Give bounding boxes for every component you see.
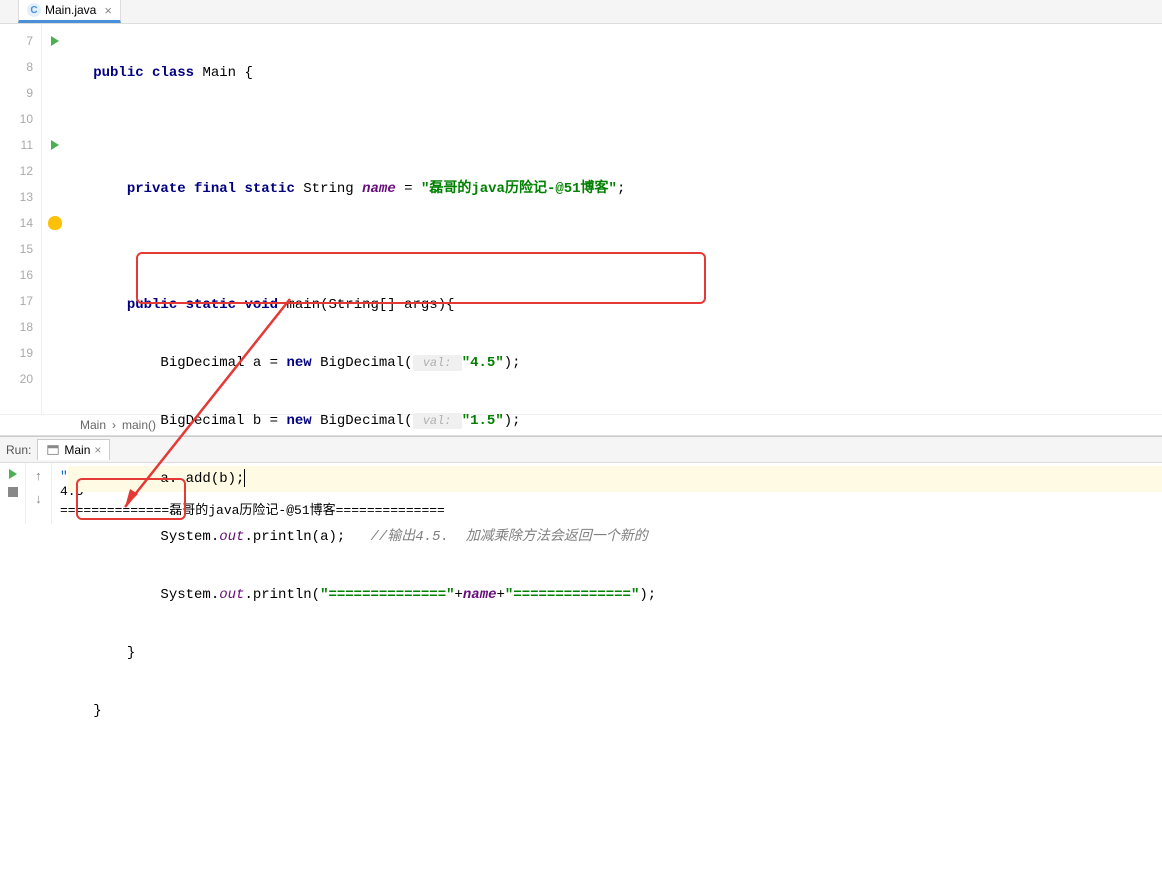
up-icon[interactable]: ↑ bbox=[35, 469, 43, 484]
tab-filename: Main.java bbox=[45, 3, 96, 17]
run-toolbar-left bbox=[0, 463, 26, 524]
stop-icon[interactable] bbox=[8, 487, 18, 497]
line-number: 7 bbox=[0, 28, 41, 54]
editor-tab-main-java[interactable]: C Main.java × bbox=[18, 0, 121, 23]
line-number: 14 bbox=[0, 210, 41, 236]
line-number: 17 bbox=[0, 288, 41, 314]
run-method-icon[interactable] bbox=[51, 140, 59, 150]
intention-bulb-icon[interactable] bbox=[48, 216, 62, 230]
java-class-icon: C bbox=[27, 3, 41, 17]
code-area[interactable]: public class Main { private final static… bbox=[68, 24, 1162, 414]
line-number: 15 bbox=[0, 236, 41, 262]
line-number: 18 bbox=[0, 314, 41, 340]
code-editor[interactable]: 7 8 9 10 11 12 13 14 15 16 17 18 19 20 p… bbox=[0, 24, 1162, 414]
rerun-icon[interactable] bbox=[9, 469, 17, 479]
run-toolbar-nav: ↑ ↓ bbox=[26, 463, 52, 524]
line-number: 11 bbox=[0, 132, 41, 158]
line-number-gutter: 7 8 9 10 11 12 13 14 15 16 17 18 19 20 bbox=[0, 24, 42, 414]
editor-tab-bar: C Main.java × bbox=[0, 0, 1162, 24]
down-icon[interactable]: ↓ bbox=[35, 492, 43, 507]
line-number: 9 bbox=[0, 80, 41, 106]
line-number: 10 bbox=[0, 106, 41, 132]
line-number: 16 bbox=[0, 262, 41, 288]
application-icon bbox=[46, 443, 60, 457]
line-number: 20 bbox=[0, 366, 41, 392]
gutter-icon-strip bbox=[42, 24, 68, 414]
current-line: a. add(b); bbox=[68, 466, 1162, 492]
text-cursor bbox=[244, 469, 245, 487]
line-number: 19 bbox=[0, 340, 41, 366]
line-number: 12 bbox=[0, 158, 41, 184]
line-number: 8 bbox=[0, 54, 41, 80]
run-label: Run: bbox=[6, 443, 31, 457]
line-number: 13 bbox=[0, 184, 41, 210]
close-icon[interactable]: × bbox=[104, 3, 112, 18]
run-class-icon[interactable] bbox=[51, 36, 59, 46]
